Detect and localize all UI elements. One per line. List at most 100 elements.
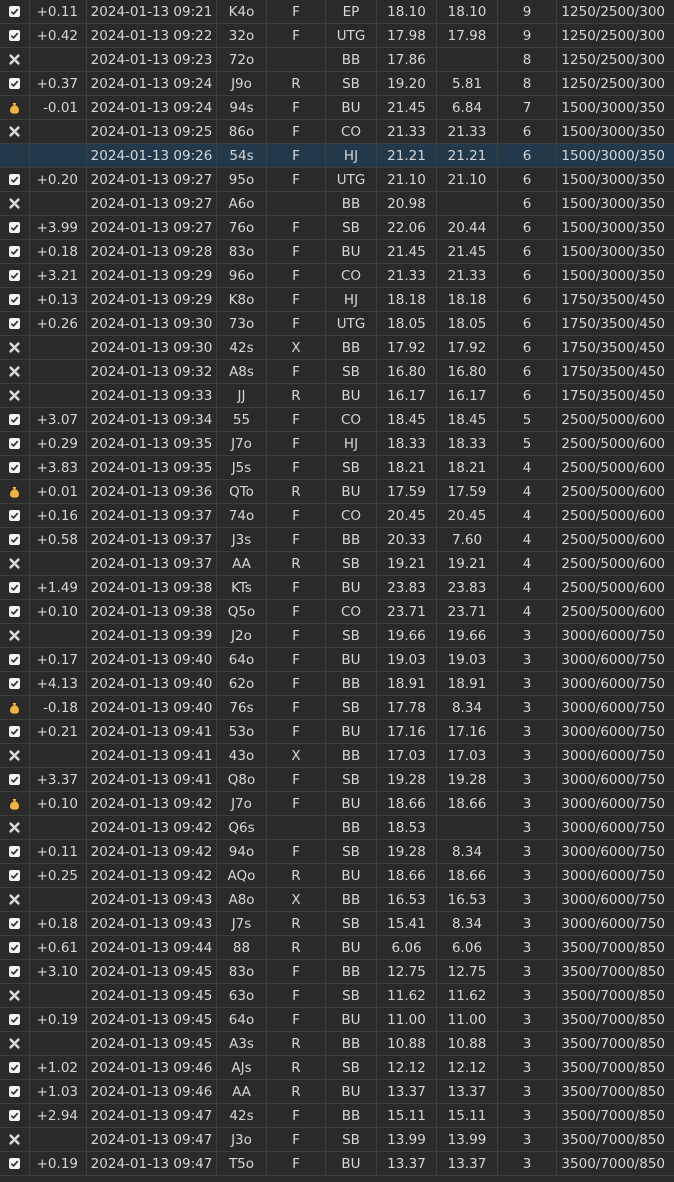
table-row[interactable]: +0.18 2024-01-13 09:43 J7s R SB 15.41 8.34 3 300… bbox=[0, 912, 674, 936]
table-row[interactable]: 2024-01-13 09:45 63o F SB 11.62 11.62 3 3500/70… bbox=[0, 984, 674, 1008]
stack-cell: 10.88 bbox=[377, 1032, 437, 1055]
action-cell: X bbox=[267, 888, 326, 911]
table-row[interactable]: +4.13 2024-01-13 09:40 62o F BB 18.91 18.91 3 30… bbox=[0, 672, 674, 696]
table-row[interactable]: 2024-01-13 09:47 J3o F SB 13.99 13.99 3 3500/70… bbox=[0, 1128, 674, 1152]
table-row[interactable]: +0.25 2024-01-13 09:42 AQo R BU 18.66 18.66 3 30… bbox=[0, 864, 674, 888]
table-row[interactable]: +0.21 2024-01-13 09:41 53o F BU 17.16 17.16 3 30… bbox=[0, 720, 674, 744]
end-stack-cell: 21.21 bbox=[437, 144, 498, 167]
table-row[interactable]: +3.83 2024-01-13 09:35 J5s F SB 18.21 18.21 4 25… bbox=[0, 456, 674, 480]
table-row[interactable]: 2024-01-13 09:33 JJ R BU 16.17 16.17 6 1750/350… bbox=[0, 384, 674, 408]
stack-cell: 21.33 bbox=[377, 264, 437, 287]
table-row[interactable]: +0.20 2024-01-13 09:27 95o F UTG 21.10 21.10 6 1… bbox=[0, 168, 674, 192]
table-row[interactable]: +3.10 2024-01-13 09:45 83o F BB 12.75 12.75 3 35… bbox=[0, 960, 674, 984]
position-cell: BB bbox=[326, 48, 377, 71]
stack-cell: 15.11 bbox=[377, 1104, 437, 1127]
end-stack-cell: 8.34 bbox=[437, 840, 498, 863]
table-row[interactable]: 2024-01-13 09:30 42s X BB 17.92 17.92 6 1750/35… bbox=[0, 336, 674, 360]
table-row[interactable]: +0.42 2024-01-13 09:22 32o F UTG 17.98 17.98 9 1… bbox=[0, 24, 674, 48]
table-row[interactable]: +2.94 2024-01-13 09:47 42s F BB 15.11 15.11 3 35… bbox=[0, 1104, 674, 1128]
hand-cell: A3s bbox=[217, 1032, 267, 1055]
table-row[interactable]: -0.18 2024-01-13 09:40 76s F SB 17.78 8.34 3 300… bbox=[0, 696, 674, 720]
table-row[interactable]: 2024-01-13 09:23 72o BB 17.86 8 1250/2500/300 bbox=[0, 48, 674, 72]
hand-cell: 96o bbox=[217, 264, 267, 287]
date-time-cell: 2024-01-13 09:40 bbox=[87, 672, 217, 695]
status-cell bbox=[0, 24, 30, 47]
date-time-cell: 2024-01-13 09:30 bbox=[87, 336, 217, 359]
status-cell bbox=[0, 1056, 30, 1079]
position-cell: BU bbox=[326, 96, 377, 119]
hand-cell: AJs bbox=[217, 1056, 267, 1079]
status-cell bbox=[0, 408, 30, 431]
date-time-cell: 2024-01-13 09:22 bbox=[87, 24, 217, 47]
end-stack-cell: 17.98 bbox=[437, 24, 498, 47]
table-row[interactable]: 2024-01-13 09:27 A6o BB 20.98 6 1500/3000/350 bbox=[0, 192, 674, 216]
position-cell: SB bbox=[326, 360, 377, 383]
table-row[interactable]: +3.99 2024-01-13 09:27 76o F SB 22.06 20.44 6 15… bbox=[0, 216, 674, 240]
end-stack-cell: 6.84 bbox=[437, 96, 498, 119]
table-row[interactable]: +0.16 2024-01-13 09:37 74o F CO 20.45 20.45 4 25… bbox=[0, 504, 674, 528]
net-result-cell: +0.19 bbox=[30, 1152, 87, 1175]
table-row[interactable]: +0.18 2024-01-13 09:28 83o F BU 21.45 21.45 6 15… bbox=[0, 240, 674, 264]
date-time-cell: 2024-01-13 09:42 bbox=[87, 816, 217, 839]
table-row[interactable]: +0.61 2024-01-13 09:44 88 R BU 6.06 6.06 3 3500/… bbox=[0, 936, 674, 960]
table-row[interactable]: 2024-01-13 09:43 A8o X BB 16.53 16.53 3 3000/60… bbox=[0, 888, 674, 912]
table-row[interactable]: +0.01 2024-01-13 09:36 QTo R BU 17.59 17.59 4 25… bbox=[0, 480, 674, 504]
hand-cell: 64o bbox=[217, 648, 267, 671]
end-stack-cell: 23.71 bbox=[437, 600, 498, 623]
table-row[interactable]: +0.17 2024-01-13 09:40 64o F BU 19.03 19.03 3 30… bbox=[0, 648, 674, 672]
position-cell: UTG bbox=[326, 312, 377, 335]
x-mark-icon bbox=[9, 1038, 20, 1049]
stack-cell: 19.28 bbox=[377, 840, 437, 863]
table-row[interactable]: +3.07 2024-01-13 09:34 55 F CO 18.45 18.45 5 250… bbox=[0, 408, 674, 432]
table-row[interactable]: 2024-01-13 09:26 54s F HJ 21.21 21.21 6 1500/30… bbox=[0, 144, 674, 168]
status-cell bbox=[0, 528, 30, 551]
checkmark-icon bbox=[9, 1110, 20, 1121]
action-cell bbox=[267, 192, 326, 215]
table-row[interactable]: +1.49 2024-01-13 09:38 KTs F BU 23.83 23.83 4 25… bbox=[0, 576, 674, 600]
date-time-cell: 2024-01-13 09:37 bbox=[87, 528, 217, 551]
table-row[interactable]: +1.02 2024-01-13 09:46 AJs R SB 12.12 12.12 3 35… bbox=[0, 1056, 674, 1080]
table-row[interactable]: +0.11 2024-01-13 09:42 94o F SB 19.28 8.34 3 300… bbox=[0, 840, 674, 864]
hand-cell: 42s bbox=[217, 1104, 267, 1127]
status-cell bbox=[0, 48, 30, 71]
table-row[interactable]: +0.11 2024-01-13 09:21 K4o F EP 18.10 18.10 9 12… bbox=[0, 0, 674, 24]
table-row[interactable]: +0.37 2024-01-13 09:24 J9o R SB 19.20 5.81 8 125… bbox=[0, 72, 674, 96]
x-mark-icon bbox=[9, 750, 20, 761]
status-cell bbox=[0, 864, 30, 887]
checkmark-icon bbox=[9, 78, 20, 89]
table-row[interactable]: 2024-01-13 09:45 A3s R BB 10.88 10.88 3 3500/70… bbox=[0, 1032, 674, 1056]
players-cell: 4 bbox=[498, 576, 557, 599]
table-row[interactable]: +0.10 2024-01-13 09:42 J7o F BU 18.66 18.66 3 30… bbox=[0, 792, 674, 816]
end-stack-cell: 17.03 bbox=[437, 744, 498, 767]
table-row[interactable]: +0.13 2024-01-13 09:29 K8o F HJ 18.18 18.18 6 17… bbox=[0, 288, 674, 312]
checkmark-icon bbox=[9, 438, 20, 449]
position-cell: SB bbox=[326, 216, 377, 239]
table-row[interactable]: -0.01 2024-01-13 09:24 94s F BU 21.45 6.84 7 150… bbox=[0, 96, 674, 120]
table-row[interactable]: +0.29 2024-01-13 09:35 J7o F HJ 18.33 18.33 5 25… bbox=[0, 432, 674, 456]
action-cell: R bbox=[267, 480, 326, 503]
action-cell: R bbox=[267, 1056, 326, 1079]
end-stack-cell: 13.99 bbox=[437, 1128, 498, 1151]
table-row[interactable]: 2024-01-13 09:32 A8s F SB 16.80 16.80 6 1750/35… bbox=[0, 360, 674, 384]
table-row[interactable]: 2024-01-13 09:37 AA R SB 19.21 19.21 4 2500/500… bbox=[0, 552, 674, 576]
players-cell: 4 bbox=[498, 480, 557, 503]
table-row[interactable]: 2024-01-13 09:42 Q6s BB 18.53 3 3000/6000/750 bbox=[0, 816, 674, 840]
players-cell: 3 bbox=[498, 768, 557, 791]
table-row[interactable]: 2024-01-13 09:39 J2o F SB 19.66 19.66 3 3000/60… bbox=[0, 624, 674, 648]
table-row[interactable]: +0.26 2024-01-13 09:30 73o F UTG 18.05 18.05 6 1… bbox=[0, 312, 674, 336]
net-result-cell bbox=[30, 360, 87, 383]
table-row[interactable]: 2024-01-13 09:41 43o X BB 17.03 17.03 3 3000/60… bbox=[0, 744, 674, 768]
net-result-cell bbox=[30, 888, 87, 911]
stack-cell: 16.53 bbox=[377, 888, 437, 911]
table-row[interactable]: +0.19 2024-01-13 09:45 64o F BU 11.00 11.00 3 35… bbox=[0, 1008, 674, 1032]
table-row[interactable]: +3.37 2024-01-13 09:41 Q8o F SB 19.28 19.28 3 30… bbox=[0, 768, 674, 792]
table-row[interactable]: +1.03 2024-01-13 09:46 AA R BU 13.37 13.37 3 350… bbox=[0, 1080, 674, 1104]
table-row[interactable]: 2024-01-13 09:25 86o F CO 21.33 21.33 6 1500/30… bbox=[0, 120, 674, 144]
table-row[interactable]: +0.58 2024-01-13 09:37 J3s F BB 20.33 7.60 4 250… bbox=[0, 528, 674, 552]
table-row[interactable]: +3.21 2024-01-13 09:29 96o F CO 21.33 21.33 6 15… bbox=[0, 264, 674, 288]
position-cell: CO bbox=[326, 600, 377, 623]
table-row[interactable]: +0.19 2024-01-13 09:47 T5o F BU 13.37 13.37 3 35… bbox=[0, 1152, 674, 1176]
money-bag-icon bbox=[9, 702, 20, 714]
table-row[interactable]: +0.10 2024-01-13 09:38 Q5o F CO 23.71 23.71 4 25… bbox=[0, 600, 674, 624]
position-cell: BB bbox=[326, 192, 377, 215]
